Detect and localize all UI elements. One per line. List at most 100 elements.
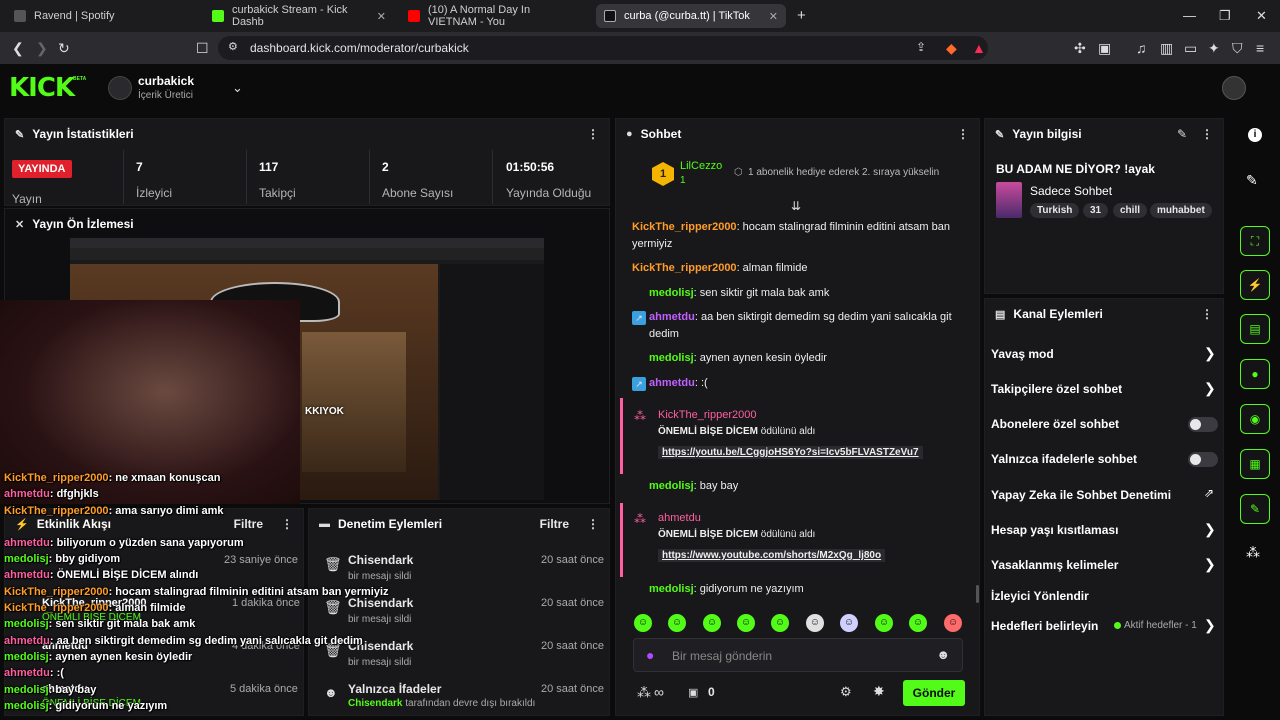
broadcast-icon[interactable]: ◉ bbox=[1240, 404, 1270, 434]
brave-rewards-icon[interactable]: ▲ bbox=[972, 40, 986, 56]
back-icon[interactable]: ❮ bbox=[12, 40, 24, 57]
emotes-only-toggle[interactable] bbox=[1188, 452, 1218, 467]
emoji-picker-icon[interactable]: ☻ bbox=[936, 647, 950, 662]
category-name[interactable]: Sadece Sohbet bbox=[1030, 184, 1112, 198]
extensions-icon[interactable]: ✣ bbox=[1074, 40, 1086, 57]
pencil-icon[interactable]: ✎ bbox=[1246, 172, 1258, 189]
activity-filter-button[interactable]: Filtre bbox=[234, 517, 263, 531]
tag-chip[interactable]: Turkish bbox=[1030, 203, 1080, 218]
emote-icon[interactable]: ☺ bbox=[668, 614, 686, 632]
wrench-icon[interactable]: ✎ bbox=[1240, 494, 1270, 524]
edit-icon[interactable]: ✎ bbox=[1177, 127, 1187, 141]
chevron-right-icon[interactable]: ❯ bbox=[1204, 556, 1216, 573]
more-options-icon[interactable]: ⋮ bbox=[1201, 127, 1213, 141]
document-icon[interactable]: ▤ bbox=[1240, 314, 1270, 344]
action-ai-moderation[interactable]: Yapay Zeka ile Sohbet Denetimi bbox=[991, 488, 1171, 502]
action-slow-mode[interactable]: Yavaş mod bbox=[991, 347, 1054, 361]
kick-logo[interactable]: KICK bbox=[9, 73, 75, 103]
user-avatar[interactable] bbox=[1222, 76, 1246, 100]
emote-icon[interactable]: ☺ bbox=[634, 614, 652, 632]
clip-tool-icon[interactable]: ⛶ bbox=[1240, 226, 1270, 256]
tab-youtube[interactable]: (10) A Normal Day In VIETNAM - You bbox=[400, 4, 590, 28]
lightning-icon[interactable]: ⚡ bbox=[1240, 270, 1270, 300]
live-badge: YAYINDA bbox=[12, 160, 72, 178]
minimize-icon[interactable]: — bbox=[1183, 8, 1196, 23]
tab-spotify[interactable]: Ravend | Spotify bbox=[6, 4, 200, 28]
action-account-age[interactable]: Hesap yaşı kısıtlaması bbox=[991, 523, 1118, 537]
redeem-link[interactable]: https://youtu.be/LCggjoHS6Yo?si=Icv5bFLV… bbox=[658, 446, 923, 459]
menu-icon[interactable]: ≡ bbox=[1256, 40, 1264, 56]
more-options-icon[interactable]: ⋮ bbox=[281, 517, 293, 531]
microphone-icon[interactable]: ● bbox=[646, 647, 654, 663]
more-options-icon[interactable]: ⋮ bbox=[587, 517, 599, 531]
screenshot-icon[interactable]: ▣ bbox=[1098, 40, 1111, 57]
more-options-icon[interactable]: ⋮ bbox=[957, 127, 969, 141]
moderation-filter-button[interactable]: Filtre bbox=[540, 517, 569, 531]
tag-chip[interactable]: muhabbet bbox=[1150, 203, 1212, 218]
emote-icon[interactable]: ☺ bbox=[944, 614, 962, 632]
emote-icon[interactable]: ☺ bbox=[771, 614, 789, 632]
emote-icon[interactable]: ☺ bbox=[806, 614, 824, 632]
sidebar-icon[interactable]: ▥ bbox=[1160, 40, 1173, 57]
tag-chip[interactable]: 31 bbox=[1083, 203, 1109, 218]
redeem-link[interactable]: https://www.youtube.com/shorts/M2xQg_lj8… bbox=[658, 549, 886, 562]
site-info-icon[interactable]: ⚙ bbox=[228, 40, 238, 53]
community-icon[interactable]: ⁂ bbox=[637, 684, 651, 701]
brave-shield-icon[interactable]: ◆ bbox=[946, 40, 957, 57]
tag-chip[interactable]: chill bbox=[1113, 203, 1148, 218]
action-raid[interactable]: İzleyici Yönlendir bbox=[991, 589, 1089, 603]
emote-icon[interactable]: ☺ bbox=[737, 614, 755, 632]
reload-icon[interactable]: ↻ bbox=[58, 40, 70, 57]
chevron-right-icon[interactable]: ❯ bbox=[1204, 345, 1216, 362]
tab-kick-dashboard[interactable]: curbakick Stream - Kick Dashb ✕ bbox=[204, 4, 394, 28]
chat-input-box[interactable]: ● Bir mesaj gönderin ☻ bbox=[633, 638, 963, 672]
action-goals[interactable]: Hedefleri belirleyin bbox=[991, 619, 1098, 633]
url-field[interactable]: dashboard.kick.com/moderator/curbakick bbox=[218, 36, 988, 60]
settings-icon[interactable]: ⚙ bbox=[840, 684, 852, 700]
chat-scrollbar[interactable] bbox=[976, 585, 979, 603]
emote-icon[interactable]: ☺ bbox=[840, 614, 858, 632]
stat-viewers: 7 İzleyici bbox=[136, 160, 173, 200]
info-icon[interactable]: i bbox=[1248, 128, 1262, 142]
tab-tiktok[interactable]: curba (@curba.tt) | TikTok ✕ bbox=[596, 4, 786, 28]
chat-message: KickThe_ripper2000: alman filmide bbox=[632, 262, 808, 274]
emote-icon[interactable]: ☺ bbox=[875, 614, 893, 632]
music-icon[interactable]: ♫ bbox=[1136, 40, 1147, 56]
close-window-icon[interactable]: ✕ bbox=[1256, 8, 1267, 24]
chevron-right-icon[interactable]: ❯ bbox=[1204, 380, 1216, 397]
vpn-icon[interactable]: ⛉ bbox=[1232, 40, 1243, 57]
more-options-icon[interactable]: ⋮ bbox=[587, 127, 599, 141]
chevron-right-icon[interactable]: ❯ bbox=[1204, 617, 1216, 634]
forward-icon[interactable]: ❯ bbox=[36, 40, 48, 57]
collapse-icon[interactable]: ⇊ bbox=[791, 199, 801, 213]
stream-info-title: Yayın bilgisi bbox=[1012, 127, 1082, 141]
send-button[interactable]: Gönder bbox=[903, 680, 965, 706]
layout-icon[interactable]: ▦ bbox=[1240, 449, 1270, 479]
emote-icon[interactable]: ☺ bbox=[909, 614, 927, 632]
gift-icon[interactable]: ✸ bbox=[873, 683, 885, 700]
share-icon[interactable]: ⇪ bbox=[916, 40, 926, 54]
external-link-icon[interactable]: ⇗ bbox=[1204, 486, 1214, 500]
pinned-user[interactable]: LilCezzo bbox=[680, 160, 722, 172]
bookmark-icon[interactable]: ☐ bbox=[196, 40, 209, 57]
action-followers-only[interactable]: Takipçilere özel sohbet bbox=[991, 382, 1122, 396]
community-icon[interactable]: ⁂ bbox=[1246, 544, 1260, 561]
channel-avatar[interactable] bbox=[108, 76, 132, 100]
redeem-accent-bar bbox=[620, 503, 623, 577]
action-banned-words[interactable]: Yasaklanmış kelimeler bbox=[991, 558, 1118, 572]
moderation-title: Denetim Eylemleri bbox=[338, 517, 443, 531]
redeem-accent-bar bbox=[620, 398, 623, 474]
close-tab-icon[interactable]: ✕ bbox=[769, 10, 778, 23]
category-thumbnail[interactable] bbox=[996, 182, 1022, 218]
emote-icon[interactable]: ☺ bbox=[703, 614, 721, 632]
chevron-right-icon[interactable]: ❯ bbox=[1204, 521, 1216, 538]
leo-icon[interactable]: ✦ bbox=[1208, 40, 1220, 57]
close-tab-icon[interactable]: ✕ bbox=[377, 10, 386, 23]
maximize-icon[interactable]: ❐ bbox=[1219, 8, 1231, 24]
chevron-down-icon[interactable]: ⌄ bbox=[232, 80, 243, 96]
wallet-icon[interactable]: ▭ bbox=[1184, 40, 1197, 57]
chat-icon[interactable]: ● bbox=[1240, 359, 1270, 389]
subscribers-only-toggle[interactable] bbox=[1188, 417, 1218, 432]
more-options-icon[interactable]: ⋮ bbox=[1201, 307, 1213, 321]
new-tab-icon[interactable]: + bbox=[797, 7, 806, 24]
